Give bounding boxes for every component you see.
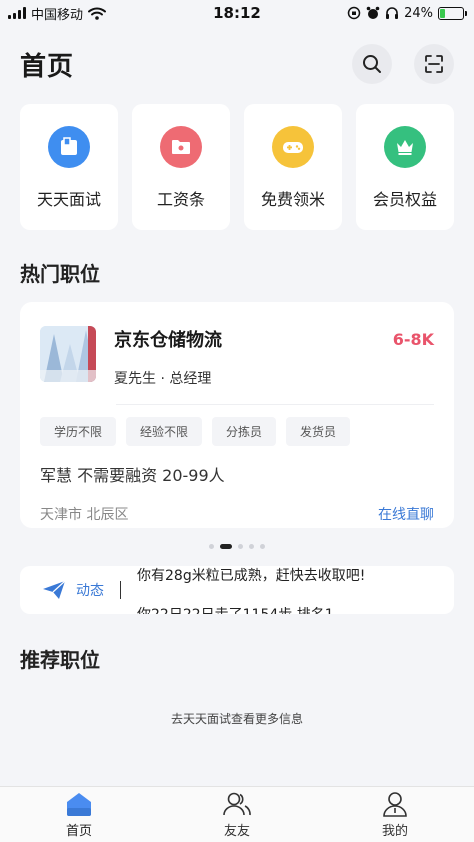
job-tag: 发货员 (286, 417, 351, 446)
tab-label: 首页 (65, 823, 92, 839)
job-tags: 学历不限 经验不限 分拣员 发货员 (40, 417, 434, 446)
job-tag: 经验不限 (126, 417, 203, 446)
battery-percent: 24% (404, 5, 433, 21)
friends-icon (223, 792, 251, 815)
signal-icon (8, 7, 26, 19)
job-card[interactable]: 京东仓储物流 6-8K 夏先生 · 总经理 学历不限 经验不限 分拣员 发货员 … (20, 302, 454, 528)
quick-entry-interview[interactable]: 天天面试 (20, 104, 118, 230)
tab-friends[interactable]: 友友 (197, 791, 277, 839)
gamepad-icon (272, 126, 314, 168)
feed-label: 动态 (76, 583, 104, 599)
status-right: 24% (347, 5, 467, 21)
tab-home[interactable]: 首页 (39, 791, 119, 839)
carrier-name: 中国移动 (31, 7, 84, 23)
job-title: 京东仓储物流 (114, 330, 222, 351)
feed-message: 你有28g米粒已成熟，赶快去收取吧! (137, 568, 366, 584)
job-tag: 学历不限 (40, 417, 117, 446)
hot-jobs-title: 热门职位 (20, 262, 100, 286)
carousel-indicator (0, 544, 474, 549)
job-title-row: 京东仓储物流 6-8K (114, 326, 434, 352)
tab-label: 友友 (223, 823, 250, 839)
scan-icon (425, 55, 443, 73)
battery-icon (438, 6, 467, 20)
send-icon (43, 580, 66, 599)
divider (116, 404, 434, 405)
battery-level (440, 8, 446, 18)
header-actions (352, 44, 454, 84)
online-chat-link[interactable]: 在线直聊 (378, 504, 434, 524)
quick-entry-membership[interactable]: 会员权益 (356, 104, 454, 230)
search-icon (363, 55, 381, 73)
quick-entry-label: 工资条 (156, 190, 205, 209)
job-meta: 京东仓储物流 6-8K 夏先生 · 总经理 (114, 326, 434, 388)
quick-entry-label: 天天面试 (36, 190, 101, 209)
job-contact: 夏先生 · 总经理 (114, 371, 212, 387)
status-bar: 中国移动 18:12 24% (0, 0, 474, 26)
company-thumbnail (40, 326, 96, 382)
feed-message: 你22日22日走了1154步 排名1 (137, 604, 334, 614)
wifi-icon (88, 7, 107, 20)
feed-messages: 你有28g米粒已成熟，赶快去收取吧! 你22日22日走了1154步 排名1 (137, 566, 454, 614)
crown-icon (384, 126, 426, 168)
job-bottom-row: 天津市 北辰区 在线直聊 (40, 504, 434, 524)
job-location: 天津市 北辰区 (40, 507, 129, 523)
recommend-title: 推荐职位 (20, 648, 100, 672)
company-info: 军慧 不需要融资 20-99人 (40, 466, 225, 485)
interview-icon (48, 126, 90, 168)
carousel-dot[interactable] (238, 544, 243, 549)
quick-entry-label: 免费领米 (260, 190, 325, 209)
quick-entry-free-rice[interactable]: 免费领米 (244, 104, 342, 230)
search-button[interactable] (352, 44, 392, 84)
home-icon (67, 792, 91, 816)
quick-entry-row: 天天面试 工资条 免费领米 会员权益 (20, 104, 454, 230)
feed-ticker[interactable]: 动态 你有28g米粒已成熟，赶快去收取吧! 你22日22日走了1154步 排名1 (20, 566, 454, 614)
carousel-dot[interactable] (209, 544, 214, 549)
status-time: 18:12 (213, 4, 261, 22)
job-salary: 6-8K (392, 329, 434, 349)
tab-label: 我的 (381, 823, 408, 839)
alarm-icon (366, 6, 380, 19)
job-card-top: 京东仓储物流 6-8K 夏先生 · 总经理 (40, 326, 434, 388)
carousel-dot[interactable] (260, 544, 265, 549)
more-info-text[interactable]: 去天天面试查看更多信息 (0, 710, 474, 727)
carousel-dot-active[interactable] (220, 544, 232, 549)
scan-button[interactable] (414, 44, 454, 84)
page-title: 首页 (20, 51, 75, 82)
headphones-icon (386, 7, 399, 19)
orientation-lock-icon (347, 6, 361, 20)
carousel-dot[interactable] (249, 544, 254, 549)
tab-bar: 首页 友友 我的 (0, 786, 474, 842)
divider (120, 581, 121, 599)
status-left: 中国移动 (8, 4, 107, 23)
job-tag: 分拣员 (212, 417, 277, 446)
payslip-folder-icon (160, 126, 202, 168)
quick-entry-label: 会员权益 (372, 190, 437, 209)
quick-entry-payslip[interactable]: 工资条 (132, 104, 230, 230)
header: 首页 (20, 40, 454, 88)
profile-icon (383, 791, 407, 817)
tab-profile[interactable]: 我的 (355, 791, 435, 839)
